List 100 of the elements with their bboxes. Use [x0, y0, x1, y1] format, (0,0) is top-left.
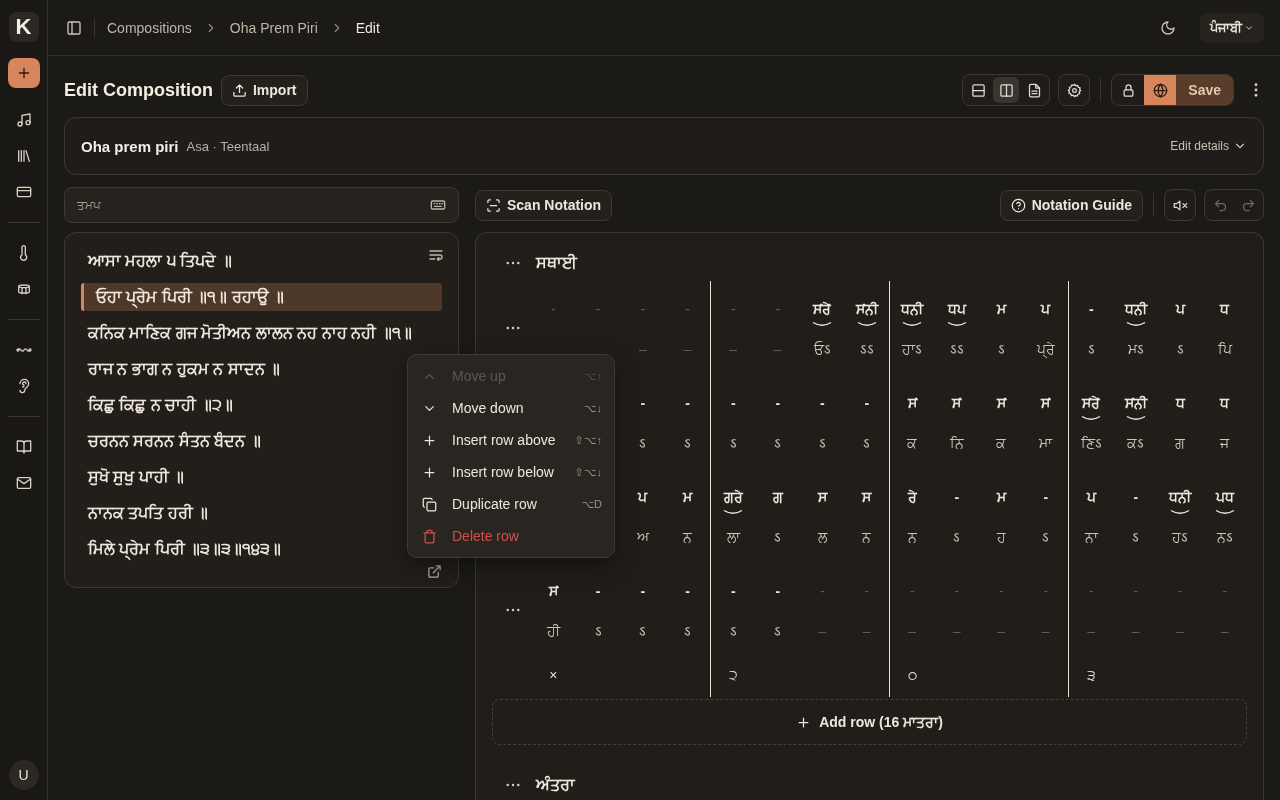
library-icon[interactable] — [15, 148, 32, 164]
syllable[interactable]: ऽ — [1042, 523, 1050, 551]
note[interactable]: ਸਂ — [1041, 391, 1051, 415]
syllable[interactable]: ਨ — [862, 523, 872, 551]
syllable[interactable]: ਨਾ — [1084, 523, 1098, 551]
syllable[interactable]: ऽऽ — [859, 335, 874, 363]
note[interactable]: - — [864, 391, 870, 415]
syllable[interactable]: ऽ — [729, 617, 737, 645]
syllable[interactable]: ऽ — [774, 617, 782, 645]
syllable[interactable]: ਲ — [817, 523, 827, 551]
note[interactable]: - — [730, 391, 736, 415]
syllable[interactable]: ਨऽ — [1216, 523, 1233, 551]
menu-item[interactable]: Delete row — [408, 520, 614, 552]
book-icon[interactable] — [15, 439, 32, 455]
note[interactable]: - — [640, 391, 646, 415]
syllable[interactable]: ऽ — [818, 429, 826, 457]
syllable[interactable]: ਕ — [996, 429, 1007, 457]
syllable[interactable]: ऽ — [774, 429, 782, 457]
syllable[interactable]: ऽ — [684, 429, 692, 457]
note[interactable]: - — [819, 391, 825, 415]
note[interactable]: ਪ — [1086, 485, 1096, 509]
note[interactable]: - — [775, 391, 781, 415]
external-link-icon[interactable] — [427, 564, 442, 579]
note[interactable]: ਧਨੀ — [901, 297, 924, 321]
syllable[interactable]: ਓऽ — [813, 335, 831, 363]
menu-item[interactable]: Insert row above ⇧⌥↑ — [408, 424, 614, 456]
more-icon[interactable] — [506, 261, 520, 265]
view-mode-toggle[interactable] — [962, 74, 1051, 106]
note[interactable]: ਧਨੀ — [1124, 297, 1147, 321]
public-toggle[interactable] — [1144, 75, 1177, 105]
save-button[interactable]: Save — [1176, 75, 1233, 105]
menu-item[interactable]: Move down ⌥↓ — [408, 392, 614, 424]
note[interactable]: - — [595, 579, 601, 603]
note[interactable]: ਧ — [1175, 391, 1185, 415]
syllable[interactable]: ਨ — [683, 523, 693, 551]
note[interactable]: ਪ — [638, 485, 648, 509]
settings-button[interactable] — [1058, 74, 1091, 106]
syllable[interactable]: ਨ — [907, 523, 917, 551]
edit-details-button[interactable]: Edit details — [1170, 139, 1247, 153]
card-icon[interactable] — [15, 184, 32, 200]
view-mode-button[interactable] — [993, 77, 1020, 103]
keyboard-icon[interactable] — [430, 197, 446, 213]
note[interactable]: ਰੇ — [907, 485, 917, 509]
syllable[interactable]: ਜ — [1220, 429, 1230, 457]
syllable[interactable]: ऽ — [1087, 335, 1095, 363]
breadcrumb-link[interactable]: Edit — [355, 19, 380, 36]
syllable[interactable]: ਣਿऽ — [1080, 429, 1102, 457]
syllable[interactable]: ਪਿ — [1217, 335, 1232, 363]
note[interactable]: - — [1043, 485, 1049, 509]
note[interactable]: ਸਂ — [548, 579, 558, 603]
notation-guide-button[interactable]: Notation Guide — [999, 189, 1143, 221]
language-select[interactable]: ਪੰਜਾਬੀ — [1200, 12, 1264, 43]
syllable[interactable]: ਅ — [636, 523, 649, 551]
note[interactable]: - — [1088, 297, 1094, 321]
note[interactable]: - — [954, 485, 960, 509]
syllable[interactable]: ਹऽ — [1172, 523, 1189, 551]
note[interactable]: ਸਂ — [907, 391, 917, 415]
note[interactable]: ਸ — [817, 485, 827, 509]
breadcrumb-link[interactable]: Compositions — [107, 19, 192, 36]
note[interactable]: ਸਂਨੀ — [855, 297, 878, 321]
user-avatar[interactable]: U — [8, 760, 39, 790]
syllable[interactable]: ਹ — [996, 523, 1006, 551]
mail-icon[interactable] — [15, 475, 32, 491]
note[interactable]: ਸਂ — [952, 391, 962, 415]
note[interactable]: ਮ — [683, 485, 693, 509]
syllable[interactable]: ऽ — [774, 523, 782, 551]
note[interactable]: ਸਂਰੇਂ — [1082, 391, 1101, 415]
note[interactable]: ਗ — [772, 485, 783, 509]
more-icon[interactable] — [506, 326, 520, 330]
note[interactable]: - — [640, 579, 646, 603]
scan-notation-button[interactable]: Scan Notation — [475, 189, 613, 221]
note[interactable]: ਸਂ — [996, 391, 1006, 415]
syllable[interactable]: ऽऽ — [949, 335, 964, 363]
syllable[interactable]: ਪ੍ਰੇ — [1036, 335, 1055, 363]
more-icon[interactable] — [506, 608, 520, 612]
note[interactable]: ਧ — [1220, 391, 1230, 415]
import-button[interactable]: Import — [221, 74, 308, 106]
add-row-button[interactable]: Add row (16 ਮਾਤਰਾ) — [492, 699, 1247, 745]
new-button[interactable] — [7, 58, 40, 88]
note[interactable]: ਪਧ — [1215, 485, 1234, 509]
moon-icon[interactable] — [1160, 19, 1176, 36]
breadcrumb-link[interactable]: Oha Prem Piri — [229, 19, 318, 36]
music-note-icon[interactable] — [15, 112, 32, 128]
syllable[interactable]: ऽ — [684, 617, 692, 645]
note[interactable]: ਸ — [862, 485, 872, 509]
app-logo[interactable]: K — [8, 12, 39, 42]
note[interactable]: ਧ — [1220, 297, 1230, 321]
lyric-line[interactable]: ਕਨਿਕ ਮਾਣਿਕ ਗਜ ਮੋਤੀਅਨ ਲਾਲਨ ਨਹ ਨਾਹ ਨਹੀ ॥੧॥ — [81, 319, 442, 347]
more-icon[interactable] — [506, 783, 520, 787]
note[interactable]: - — [775, 579, 781, 603]
note[interactable]: ਪ — [1041, 297, 1051, 321]
syllable[interactable]: ऽ — [953, 523, 961, 551]
syllable[interactable]: ਲਾ — [726, 523, 740, 551]
menu-item[interactable]: Insert row below ⇧⌥↓ — [408, 456, 614, 488]
note[interactable]: ਸਂਰੇਂ — [813, 297, 832, 321]
syllable[interactable]: ਕऽ — [1127, 429, 1145, 457]
sidebar-toggle-icon[interactable] — [66, 19, 82, 36]
syllable[interactable]: ऽ — [594, 617, 602, 645]
note[interactable]: - — [685, 391, 690, 415]
wrap-text-icon[interactable] — [428, 247, 444, 263]
